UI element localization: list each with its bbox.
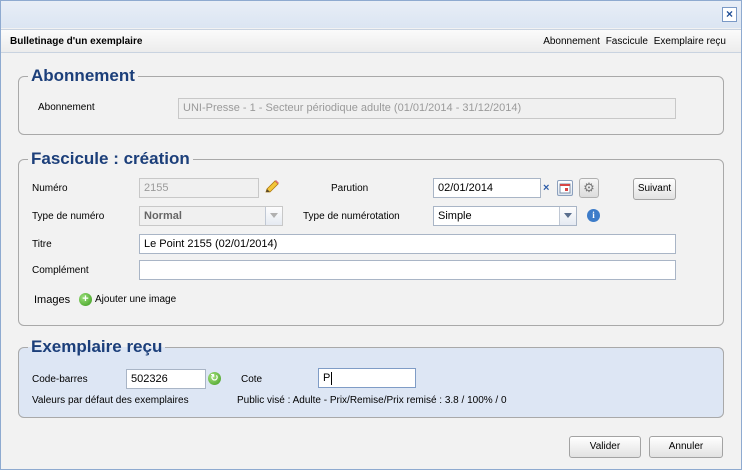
gear-icon[interactable]: ⚙	[579, 178, 599, 198]
type-numerotation-value: Simple	[438, 210, 472, 222]
refresh-icon[interactable]: ↻	[208, 372, 221, 385]
images-label: Images	[34, 294, 71, 306]
bulletinage-dialog: × Bulletinage d'un exemplaire Abonnement…	[0, 0, 742, 470]
type-numerotation-select[interactable]: Simple	[433, 206, 577, 226]
breadcrumb-exemplaire-recu[interactable]: Exemplaire reçu	[654, 36, 726, 47]
titre-field[interactable]: Le Point 2155 (02/01/2014)	[139, 234, 676, 254]
titre-label: Titre	[32, 239, 52, 250]
defaults-value: Public visé : Adulte - Prix/Remise/Prix …	[237, 395, 507, 406]
parution-label: Parution	[331, 183, 369, 194]
cote-value: P	[323, 372, 331, 384]
complement-label: Complément	[32, 265, 89, 276]
type-numero-select: Normal	[139, 206, 283, 226]
code-barres-field[interactable]: 502326	[126, 369, 206, 389]
exemplaire-legend: Exemplaire reçu	[31, 337, 163, 356]
fascicule-legend: Fascicule : création	[31, 149, 190, 168]
dialog-title: Bulletinage d'un exemplaire	[10, 36, 143, 47]
numero-label: Numéro	[32, 183, 68, 194]
dialog-header: Bulletinage d'un exemplaire Abonnement F…	[1, 29, 741, 53]
parution-field[interactable]: 02/01/2014	[433, 178, 541, 198]
window-title-strip: ×	[1, 1, 741, 28]
defaults-label: Valeurs par défaut des exemplaires	[32, 395, 189, 406]
clear-date-icon[interactable]: ×	[543, 182, 549, 194]
chevron-down-icon[interactable]	[559, 207, 576, 225]
breadcrumb-abonnement[interactable]: Abonnement	[543, 36, 600, 47]
close-icon[interactable]: ×	[722, 7, 737, 22]
chevron-down-icon	[265, 207, 282, 225]
annuler-button[interactable]: Annuler	[649, 436, 723, 458]
suivant-button[interactable]: Suivant	[633, 178, 676, 200]
breadcrumb: Abonnement Fascicule Exemplaire reçu	[540, 36, 726, 47]
add-icon[interactable]: +	[79, 293, 92, 306]
numero-field: 2155	[139, 178, 259, 198]
complement-field[interactable]	[139, 260, 676, 280]
breadcrumb-fascicule[interactable]: Fascicule	[606, 36, 648, 47]
add-image-link[interactable]: Ajouter une image	[95, 294, 176, 305]
text-caret	[331, 371, 333, 385]
cote-field[interactable]: P	[318, 368, 416, 388]
type-numero-label: Type de numéro	[32, 211, 105, 222]
cote-label: Cote	[241, 374, 263, 385]
code-barres-label: Code-barres	[32, 374, 88, 385]
calendar-icon[interactable]	[557, 180, 573, 196]
abonnement-legend: Abonnement	[31, 66, 135, 85]
abonnement-field: UNI-Presse - 1 - Secteur périodique adul…	[178, 98, 676, 119]
type-numero-value: Normal	[144, 210, 182, 222]
info-icon[interactable]: i	[587, 209, 600, 222]
abonnement-label: Abonnement	[38, 102, 95, 113]
pencil-icon[interactable]	[263, 178, 281, 196]
valider-button[interactable]: Valider	[569, 436, 641, 458]
type-numerotation-label: Type de numérotation	[303, 211, 400, 222]
